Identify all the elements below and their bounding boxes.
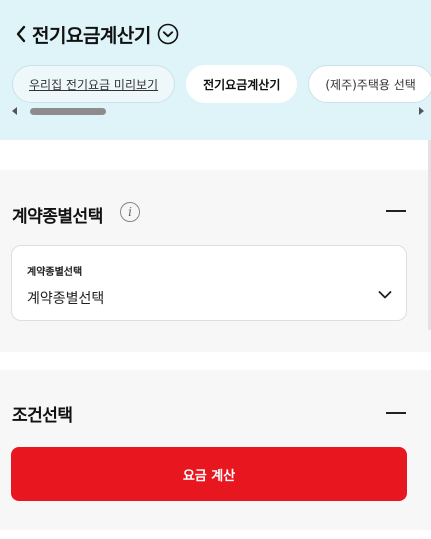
- scrollbar-thumb[interactable]: [30, 108, 106, 115]
- horizontal-scrollbar[interactable]: [12, 104, 424, 118]
- collapse-icon[interactable]: [386, 201, 408, 221]
- tab-jeju-residential[interactable]: (제주)주택용 선택: [308, 65, 431, 103]
- calculate-button[interactable]: 요금 계산: [11, 447, 407, 501]
- tab-bar: 우리집 전기요금 미리보기 전기요금계산기 (제주)주택용 선택: [12, 65, 431, 103]
- chevron-down-icon: [378, 291, 392, 299]
- chevron-down-circle-icon[interactable]: [157, 23, 179, 45]
- select-label: 계약종별선택: [27, 267, 83, 278]
- section-title: 계약종별선택: [12, 207, 103, 227]
- title-row: 전기요금계산기: [12, 18, 179, 50]
- condition-section: 조건선택 요금 계산: [0, 370, 431, 530]
- page-title: 전기요금계산기: [32, 24, 151, 47]
- back-arrow-icon[interactable]: [12, 20, 30, 48]
- collapse-icon[interactable]: [386, 403, 408, 423]
- tab-electricity-calculator[interactable]: 전기요금계산기: [186, 65, 298, 103]
- contract-type-section: 계약종별선택 i 계약종별선택 계약종별선택: [0, 170, 431, 352]
- scroll-left-arrow-icon[interactable]: [12, 107, 17, 115]
- tab-label: (제주)주택용 선택: [325, 77, 416, 92]
- tab-label: 우리집 전기요금 미리보기: [29, 77, 159, 92]
- tab-label: 전기요금계산기: [203, 77, 281, 92]
- spacer: [0, 140, 431, 170]
- scroll-right-arrow-icon[interactable]: [419, 107, 424, 115]
- info-icon[interactable]: i: [120, 202, 140, 222]
- tab-electricity-preview[interactable]: 우리집 전기요금 미리보기: [12, 65, 176, 103]
- spacer: [0, 352, 431, 370]
- header-area: 전기요금계산기 우리집 전기요금 미리보기 전기요금계산기 (제주)주택용 선택: [0, 0, 431, 140]
- contract-type-select[interactable]: 계약종별선택 계약종별선택: [11, 245, 407, 321]
- section-title: 조건선택: [12, 406, 73, 426]
- select-value: 계약종별선택: [27, 291, 105, 307]
